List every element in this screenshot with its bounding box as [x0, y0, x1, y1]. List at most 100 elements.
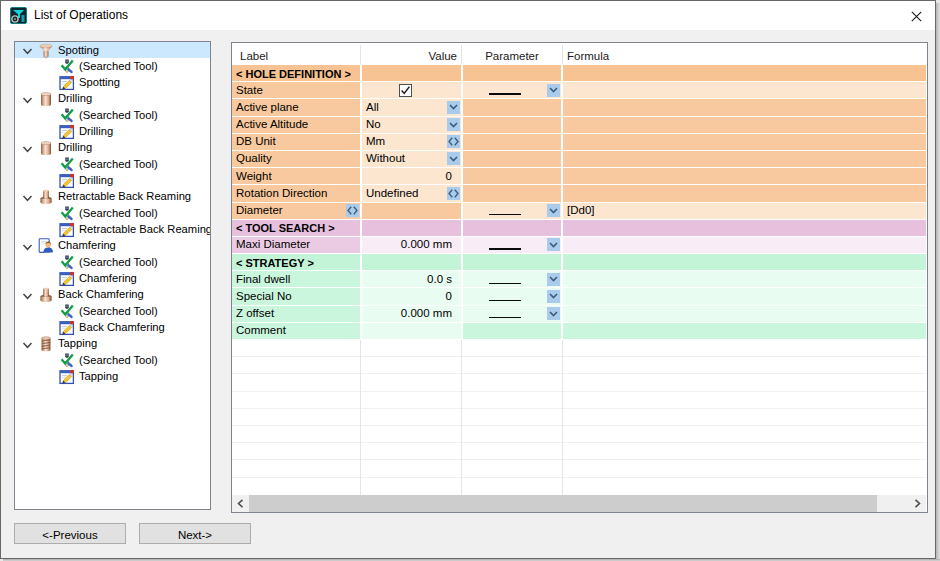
tree-group-label: Back Chamfering: [58, 288, 144, 300]
chevron-down-icon[interactable]: [22, 340, 33, 349]
tree-group-retractable-back-reaming[interactable]: Retractable Back Reaming: [15, 189, 210, 205]
dropdown-arrow-icon[interactable]: [447, 118, 460, 131]
row-label: Final dwell: [232, 271, 360, 287]
value-cell[interactable]: 0.000 mm: [362, 306, 461, 322]
edit-operation-icon: [59, 124, 75, 140]
tree-item-spotting[interactable]: Spotting: [15, 75, 210, 91]
formula-cell[interactable]: [563, 288, 926, 304]
tree-group-spotting[interactable]: Spotting: [15, 42, 210, 58]
tree-item-drilling[interactable]: Drilling: [15, 173, 210, 189]
formula-cell[interactable]: [563, 306, 926, 322]
tree-group-drilling[interactable]: Drilling: [15, 91, 210, 107]
edit-operation-icon: [59, 320, 75, 336]
spinner-icon[interactable]: [447, 135, 460, 148]
value-cell[interactable]: 0: [362, 288, 461, 304]
searched-tool-icon: [59, 108, 75, 124]
parameter-cell[interactable]: [463, 237, 561, 253]
value-cell[interactable]: [362, 203, 461, 219]
chevron-down-icon[interactable]: [22, 291, 33, 300]
drill-cylinder-icon: [38, 91, 54, 107]
dropdown-arrow-icon[interactable]: [547, 290, 560, 303]
tree-group-back-chamfering[interactable]: Back Chamfering: [15, 287, 210, 303]
section-cell-formula: [563, 254, 926, 270]
tree-item--searched-tool-[interactable]: (Searched Tool): [15, 205, 210, 221]
value-cell[interactable]: No: [362, 117, 461, 133]
dropdown-arrow-icon[interactable]: [547, 204, 560, 217]
tree-item-tapping[interactable]: Tapping: [15, 369, 210, 385]
tree-item-label: (Searched Tool): [79, 305, 158, 317]
spinner-icon[interactable]: [447, 187, 460, 200]
value-cell[interactable]: All: [362, 99, 461, 115]
chevron-down-icon[interactable]: [22, 242, 33, 251]
formula-cell[interactable]: [563, 237, 926, 253]
chevron-down-icon[interactable]: [22, 95, 33, 104]
row-label: Special No: [232, 288, 360, 304]
tree-item-drilling[interactable]: Drilling: [15, 124, 210, 140]
state-checkbox[interactable]: [399, 84, 412, 97]
dropdown-arrow-icon[interactable]: [547, 273, 560, 286]
person-document-icon: [38, 238, 54, 254]
value-cell[interactable]: [362, 82, 461, 98]
parameter-row: Final dwell0.0 s: [232, 271, 926, 288]
tree-item--searched-tool-[interactable]: (Searched Tool): [15, 107, 210, 123]
chevron-down-icon[interactable]: [22, 144, 33, 153]
tree-item-chamfering[interactable]: Chamfering: [15, 271, 210, 287]
dropdown-arrow-icon[interactable]: [547, 307, 560, 320]
value-cell[interactable]: [362, 323, 461, 339]
parameter-cell[interactable]: [463, 203, 561, 219]
section-cell-formula: [563, 220, 926, 236]
edit-operation-icon: [59, 271, 75, 287]
searched-tool-icon: [59, 353, 75, 369]
tree-item--searched-tool-[interactable]: (Searched Tool): [15, 58, 210, 74]
value-cell[interactable]: Undefined: [362, 185, 461, 201]
next-button[interactable]: Next->: [139, 523, 251, 544]
parameter-cell[interactable]: [463, 82, 561, 98]
dropdown-arrow-icon[interactable]: [447, 101, 460, 114]
tree-item-retractable-back-reaming[interactable]: Retractable Back Reaming: [15, 222, 210, 238]
formula-cell[interactable]: [Dd0]: [563, 203, 926, 219]
tree-group-chamfering[interactable]: Chamfering: [15, 238, 210, 254]
close-button[interactable]: [906, 6, 926, 26]
formula-cell[interactable]: [563, 82, 926, 98]
value-cell[interactable]: Mm: [362, 134, 461, 150]
scroll-right-icon[interactable]: [909, 495, 926, 512]
tree-item-back-chamfering[interactable]: Back Chamfering: [15, 320, 210, 336]
edit-operation-icon: [59, 173, 75, 189]
tree-group-tapping[interactable]: Tapping: [15, 336, 210, 352]
edit-operation-icon: [59, 222, 75, 238]
grid-column-line: [562, 340, 563, 495]
tree-item--searched-tool-[interactable]: (Searched Tool): [15, 352, 210, 368]
dropdown-arrow-icon[interactable]: [547, 238, 560, 251]
section-cell-parameter: [463, 254, 561, 270]
parameter-cell[interactable]: [463, 306, 561, 322]
value-cell[interactable]: 0.000 mm: [362, 237, 461, 253]
title-bar: List of Operations: [1, 1, 935, 30]
tree-group-label: Tapping: [58, 337, 97, 349]
chevron-down-icon[interactable]: [22, 46, 33, 55]
row-label: DB Unit: [232, 134, 360, 150]
value-cell[interactable]: 0: [362, 168, 461, 184]
spinner-icon[interactable]: [346, 204, 359, 217]
empty-grid-row: [232, 392, 926, 409]
chevron-down-icon[interactable]: [22, 193, 33, 202]
tapping-thread-icon: [38, 336, 54, 352]
parameter-cell[interactable]: [463, 288, 561, 304]
tree-item--searched-tool-[interactable]: (Searched Tool): [15, 303, 210, 319]
tree-item-label: (Searched Tool): [79, 354, 158, 366]
previous-button[interactable]: <-Previous: [14, 523, 126, 544]
table-header: Label Value Parameter Formula: [232, 43, 926, 65]
value-cell[interactable]: 0.0 s: [362, 271, 461, 287]
scrollbar-thumb[interactable]: [249, 495, 877, 512]
tree-item--searched-tool-[interactable]: (Searched Tool): [15, 156, 210, 172]
dropdown-arrow-icon[interactable]: [547, 84, 560, 97]
section-cell-value: [362, 220, 461, 236]
formula-cell[interactable]: [563, 271, 926, 287]
parameter-cell[interactable]: [463, 271, 561, 287]
tree-item--searched-tool-[interactable]: (Searched Tool): [15, 254, 210, 270]
tree-group-drilling[interactable]: Drilling: [15, 140, 210, 156]
scroll-left-icon[interactable]: [232, 495, 249, 512]
value-cell[interactable]: Without: [362, 151, 461, 167]
dropdown-arrow-icon[interactable]: [447, 152, 460, 165]
grid-column-line: [461, 340, 462, 495]
horizontal-scrollbar[interactable]: [232, 495, 926, 512]
